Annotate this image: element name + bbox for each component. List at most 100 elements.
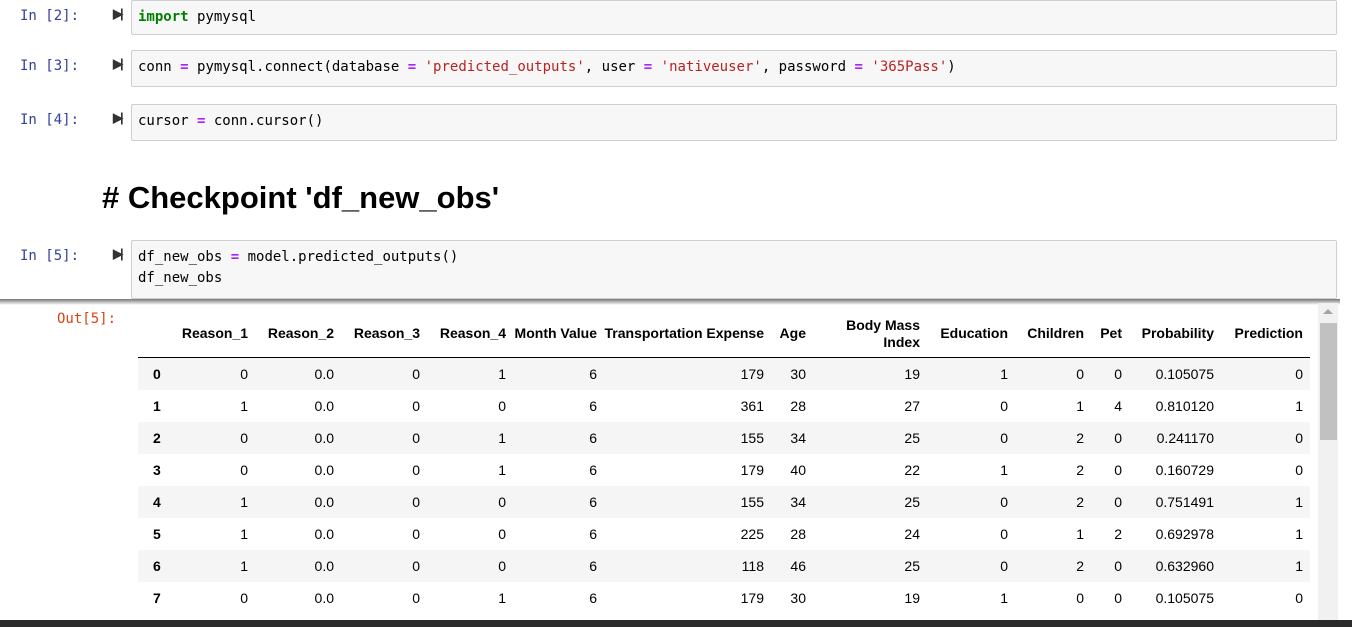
row-index: 2 — [138, 422, 175, 454]
table-cell: 0 — [927, 422, 1015, 454]
row-index: 1 — [153, 398, 161, 414]
table-cell: 1 — [498, 462, 506, 478]
code-token: pymysql — [188, 9, 257, 25]
table-cell: 0 — [1091, 357, 1129, 390]
code-cell-input[interactable]: df_new_obs = model.predicted_outputs() d… — [131, 240, 1337, 299]
table-cell: 0 — [1091, 422, 1129, 454]
code-token: = — [854, 59, 863, 75]
code-cell-input[interactable]: import pymysql — [131, 0, 1337, 35]
table-cell: 0 — [927, 486, 1015, 518]
table-cell: 1 — [1000, 590, 1008, 606]
table-cell: 34 — [771, 422, 813, 454]
run-cell-icon[interactable]: ▶| — [113, 56, 124, 72]
table-cell: 0.105075 — [1155, 590, 1214, 606]
code-token: '365Pass' — [871, 59, 948, 75]
table-cell: 6 — [589, 590, 597, 606]
table-cell: 6 — [589, 526, 597, 542]
column-header: Probability — [1129, 310, 1221, 358]
run-cell-icon[interactable]: ▶| — [113, 246, 124, 262]
table-cell: 34 — [771, 486, 813, 518]
input-prompt: In [4]: — [20, 112, 80, 128]
run-cell-icon[interactable]: ▶| — [113, 6, 124, 22]
bottom-bar — [0, 620, 1352, 627]
table-cell: 0 — [240, 590, 248, 606]
column-header: Children — [1015, 310, 1091, 358]
table-cell: 0.0 — [314, 590, 334, 606]
table-cell: 0.0 — [255, 486, 341, 518]
table-cell: 19 — [904, 590, 920, 606]
table-cell: 361 — [740, 398, 764, 414]
table-cell: 0 — [240, 462, 248, 478]
row-index: 7 — [153, 590, 161, 606]
table-cell: 2 — [1076, 462, 1084, 478]
column-header: Age — [771, 310, 813, 358]
row-index: 4 — [138, 486, 175, 518]
table-cell: 24 — [904, 526, 920, 542]
row-index: 0 — [138, 357, 175, 390]
table-cell: 6 — [513, 486, 604, 518]
table-cell: 0 — [498, 526, 506, 542]
code-token: df_new_obs — [138, 249, 231, 265]
table-cell: 0.105075 — [1129, 357, 1221, 390]
table-cell: 0 — [427, 550, 513, 582]
column-header: Education — [927, 310, 1015, 358]
code-token: cursor — [138, 113, 198, 129]
table-cell: 6 — [589, 398, 597, 414]
table-cell: 30 — [790, 590, 806, 606]
table-cell: 30 — [771, 357, 813, 390]
table-cell: 0.751491 — [1129, 486, 1221, 518]
code-token: , user — [584, 59, 644, 75]
output-area[interactable]: Reason_1 Reason_2 Reason_3 Reason_4 Month Va… — [0, 303, 1338, 620]
table-cell: 0 — [1000, 398, 1008, 414]
table-cell: 0 — [412, 526, 420, 542]
table-cell: 1 — [175, 550, 255, 582]
table-cell: 25 — [813, 550, 927, 582]
code-token: , password — [761, 59, 855, 75]
table-cell: 46 — [771, 550, 813, 582]
column-header: Transportation Expense — [604, 310, 771, 358]
table-cell: 0 — [1091, 550, 1129, 582]
run-cell-icon[interactable]: ▶| — [113, 110, 124, 126]
table-cell: 155 — [604, 422, 771, 454]
table-cell: 2 — [1015, 486, 1091, 518]
column-header — [138, 310, 175, 358]
table-cell: 118 — [604, 550, 771, 582]
table-cell: 0.0 — [314, 526, 334, 542]
table-cell: 1 — [427, 357, 513, 390]
table-cell: 27 — [904, 398, 920, 414]
table-cell: 25 — [813, 422, 927, 454]
code-token: = — [180, 59, 189, 75]
table-cell: 22 — [904, 462, 920, 478]
table-cell: 0.0 — [314, 398, 334, 414]
code-token: conn — [138, 59, 181, 75]
table-cell: 0.0 — [255, 357, 341, 390]
column-header: Pet — [1091, 310, 1129, 358]
table-cell: 0 — [341, 422, 427, 454]
row-index: 3 — [153, 462, 161, 478]
code-cell-input[interactable]: cursor = conn.cursor() — [131, 104, 1337, 141]
table-cell: 28 — [790, 526, 806, 542]
row-index: 6 — [138, 550, 175, 582]
table-cell: 0 — [1114, 590, 1122, 606]
table-cell: 0 — [412, 398, 420, 414]
table-cell: 1 — [1221, 550, 1310, 582]
code-cell-input[interactable]: conn = pymysql.connect(database = 'predi… — [131, 50, 1337, 87]
table-cell: 0 — [1015, 357, 1091, 390]
scrollbar-thumb[interactable] — [1320, 323, 1337, 440]
table-cell: 0 — [341, 486, 427, 518]
table-cell: 19 — [813, 357, 927, 390]
table-cell: 0.0 — [255, 550, 341, 582]
table-cell: 0 — [1000, 526, 1008, 542]
table-cell: 1 — [927, 357, 1015, 390]
scroll-up-arrow-icon[interactable] — [1323, 309, 1333, 314]
row-index: 5 — [153, 526, 161, 542]
table-cell: 2 — [1114, 526, 1122, 542]
table-cell: 1 — [1221, 486, 1310, 518]
code-token: = — [230, 249, 240, 265]
table-cell: 6 — [589, 462, 597, 478]
output-scrollbar[interactable] — [1318, 303, 1338, 620]
output-prompt: Out[5]: — [57, 311, 117, 327]
table-row: 5 1 0.0 0 0 6 225 28 24 0 1 2 0.692978 1 — [138, 518, 1310, 550]
